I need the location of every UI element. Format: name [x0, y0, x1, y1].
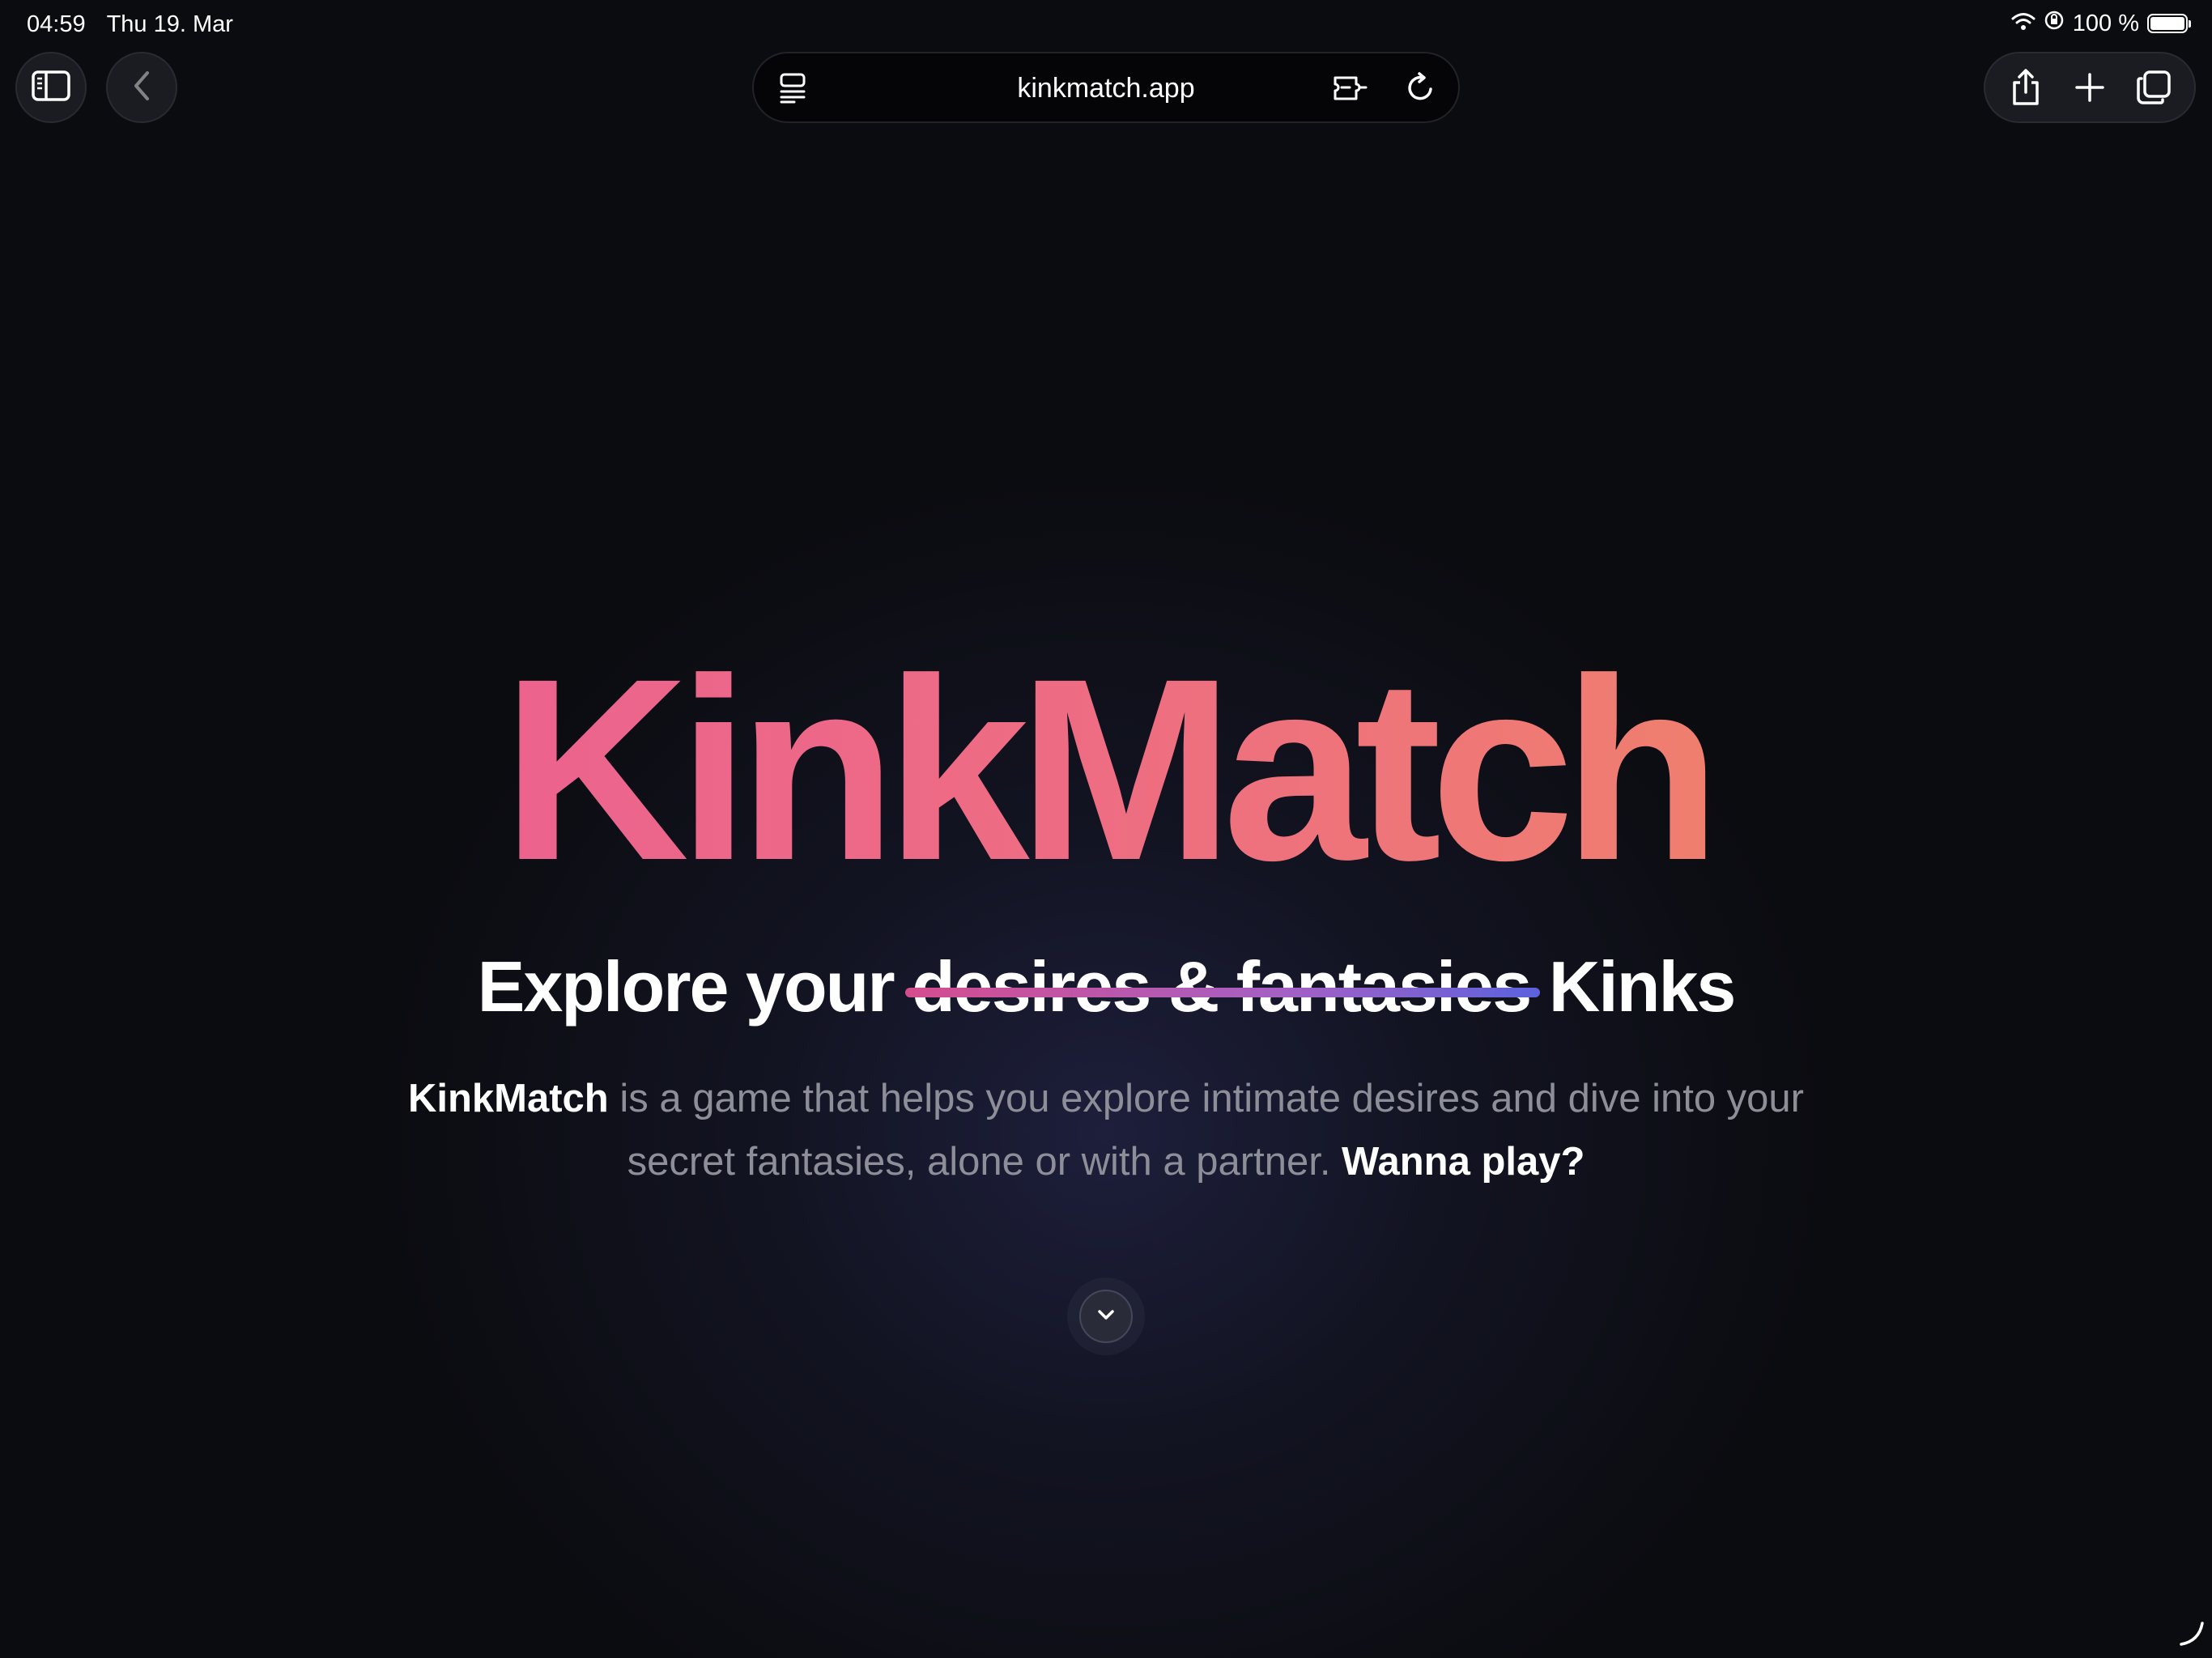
- description-body: is a game that helps you explore intimat…: [608, 1077, 1805, 1184]
- tagline-prefix: Explore your: [477, 946, 895, 1027]
- resize-corner-icon: [2176, 1618, 2206, 1652]
- tabs-icon[interactable]: [2129, 63, 2178, 112]
- sidebar-icon: [31, 70, 71, 106]
- status-time: 04:59: [27, 11, 86, 37]
- scroll-down-inner: [1079, 1290, 1133, 1343]
- battery-percent: 100 %: [2072, 10, 2139, 36]
- reload-icon[interactable]: [1405, 71, 1437, 108]
- toolbar-right: [1984, 52, 2196, 123]
- extension-icon[interactable]: [1332, 71, 1368, 108]
- strikethrough-line: [905, 988, 1541, 998]
- chevron-down-icon: [1096, 1308, 1116, 1325]
- tagline-suffix: Kinks: [1548, 946, 1737, 1027]
- back-button[interactable]: [106, 52, 177, 123]
- scroll-down-button[interactable]: [1067, 1278, 1145, 1355]
- share-icon[interactable]: [2001, 63, 2050, 112]
- address-bar[interactable]: kinkmatch.app: [752, 52, 1460, 123]
- tagline-struck-wrap: desires & fantasies: [905, 946, 1541, 1028]
- description-brand: KinkMatch: [407, 1077, 609, 1120]
- tagline-struck-text: desires & fantasies: [912, 946, 1532, 1027]
- hero-description: KinkMatch is a game that helps you explo…: [372, 1067, 1840, 1193]
- new-tab-icon[interactable]: [2065, 63, 2114, 112]
- status-right: 100 %: [2011, 10, 2191, 37]
- back-icon: [130, 70, 154, 106]
- wifi-icon: [2011, 11, 2035, 37]
- sidebar-toggle-button[interactable]: [15, 52, 87, 123]
- status-date: Thu 19. Mar: [106, 11, 233, 37]
- orientation-lock-icon: [2044, 10, 2065, 37]
- status-bar: 04:59 Thu 19. Mar 100 %: [0, 0, 2212, 50]
- hero-tagline: Explore your desires & fantasies Kinks: [0, 946, 2212, 1028]
- hero-title: KinkMatch: [0, 640, 2212, 899]
- description-cta: Wanna play?: [1342, 1140, 1585, 1184]
- screen: 04:59 Thu 19. Mar 100 % kinkmatch.app Ki…: [0, 0, 2212, 1658]
- status-left: 04:59 Thu 19. Mar: [27, 11, 233, 38]
- battery-icon: [2147, 14, 2191, 33]
